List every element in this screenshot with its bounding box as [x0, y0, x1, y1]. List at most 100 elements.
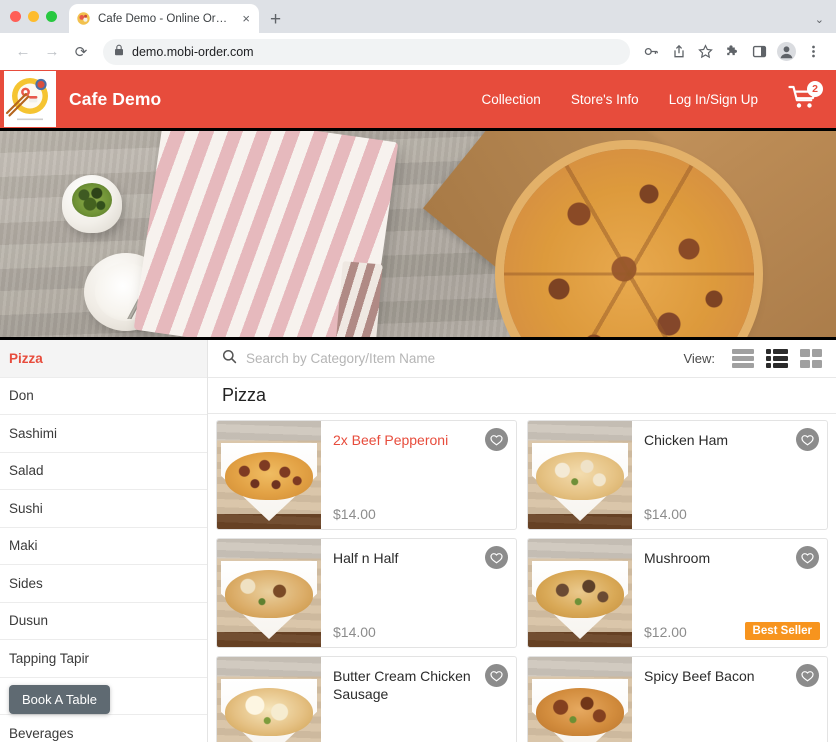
menu-item-name: Butter Cream Chicken Sausage [333, 668, 471, 702]
sidebar-item-beverages[interactable]: Beverages [0, 715, 207, 742]
sidebar-item-label: Dusun [9, 613, 49, 629]
menu-item-name: 2x Beef Pepperoni [333, 432, 449, 448]
favorite-heart-icon[interactable] [485, 546, 508, 569]
sidebar-item-maki[interactable]: Maki [0, 528, 207, 565]
browser-toolbar: ← → ⟳ demo.mobi-order.com [0, 33, 836, 70]
maximize-window-button[interactable] [46, 11, 57, 22]
menu-item-card[interactable]: 2x Beef Pepperoni $14.00 [216, 420, 517, 530]
back-button[interactable]: ← [10, 39, 36, 65]
menu-item-card[interactable]: Butter Cream Chicken Sausage $14.00 [216, 656, 517, 742]
view-grid-button[interactable] [800, 349, 822, 368]
menu-item-name: Spicy Beef Bacon [644, 668, 755, 684]
striped-towel-decor [133, 131, 399, 337]
extensions-puzzle-icon[interactable] [720, 39, 745, 64]
lock-icon [114, 43, 124, 61]
password-key-icon[interactable] [639, 39, 664, 64]
browser-tab[interactable]: Cafe Demo - Online Ordering × [69, 4, 259, 33]
close-window-button[interactable] [10, 11, 21, 22]
nav-login-signup[interactable]: Log In/Sign Up [669, 92, 758, 107]
catalog-panel: Search by Category/Item Name View: Pizza [208, 340, 836, 742]
menu-item-name: Chicken Ham [644, 432, 729, 448]
nav-stores-info[interactable]: Store's Info [571, 92, 639, 107]
menu-item-card[interactable]: Half n Half $14.00 [216, 538, 517, 648]
menu-item-name: Mushroom [644, 550, 711, 566]
favorite-heart-icon[interactable] [796, 428, 819, 451]
reload-button[interactable]: ⟳ [68, 39, 94, 65]
forward-button[interactable]: → [39, 39, 65, 65]
menu-item-price: $12.00 [644, 624, 687, 640]
sidebar-item-sushi[interactable]: Sushi [0, 490, 207, 528]
more-menu-icon[interactable] [801, 39, 826, 64]
browser-chrome: Cafe Demo - Online Ordering × + ⌄ ← → ⟳ … [0, 0, 836, 70]
favorite-heart-icon[interactable] [485, 664, 508, 687]
towel-edge-decor [334, 261, 383, 337]
minimize-window-button[interactable] [28, 11, 39, 22]
menu-item-thumbnail [217, 421, 321, 529]
menu-item-card[interactable]: Spicy Beef Bacon $14.00 [527, 656, 828, 742]
book-a-table-button[interactable]: Book A Table [9, 685, 110, 714]
chevron-down-icon[interactable]: ⌄ [815, 13, 824, 26]
url-text: demo.mobi-order.com [132, 44, 254, 59]
close-tab-button[interactable]: × [240, 12, 252, 25]
window-controls[interactable] [10, 0, 69, 33]
menu-item-thumbnail [528, 421, 632, 529]
sidebar-item-don[interactable]: Don [0, 378, 207, 415]
sidebar-item-label: Tapping Tapir [9, 650, 90, 666]
category-sidebar: Pizza Don Sashimi Salad Sushi Maki Sides… [0, 340, 208, 742]
sidebar-item-label: Sashimi [9, 425, 58, 441]
cafe-favicon [76, 11, 91, 26]
nav-collection[interactable]: Collection [482, 92, 541, 107]
page-title: Pizza [222, 385, 267, 405]
succulent-plant-decor [72, 183, 112, 217]
favorite-heart-icon[interactable] [485, 428, 508, 451]
best-seller-badge: Best Seller [744, 622, 820, 640]
search-input[interactable]: Search by Category/Item Name [246, 351, 674, 366]
profile-avatar-icon[interactable] [774, 39, 799, 64]
menu-item-thumbnail [217, 657, 321, 742]
sidebar-item-dusun[interactable]: Dusun [0, 603, 207, 640]
menu-item-card[interactable]: Mushroom $12.00 Best Seller [527, 538, 828, 648]
favorite-heart-icon[interactable] [796, 664, 819, 687]
side-panel-icon[interactable] [747, 39, 772, 64]
sidebar-item-tapping-tapir[interactable]: Tapping Tapir [0, 640, 207, 678]
sidebar-item-label: Beverages [9, 725, 74, 741]
catalog-grid: 2x Beef Pepperoni $14.00 Chicken Ham $14… [216, 420, 828, 742]
site-nav: Collection Store's Info Log In/Sign Up 2 [482, 81, 836, 114]
sidebar-item-sashimi[interactable]: Sashimi [0, 415, 207, 453]
sidebar-item-label: Maki [9, 538, 38, 554]
page-content: Pizza Don Sashimi Salad Sushi Maki Sides… [0, 340, 836, 742]
sidebar-item-label: Sides [9, 575, 43, 591]
hero-banner[interactable] [0, 128, 836, 340]
section-header: Pizza [208, 378, 836, 414]
site-header: Cafe Demo Collection Store's Info Log In… [0, 70, 836, 128]
sidebar-item-label: Sushi [9, 500, 43, 516]
search-icon [222, 349, 237, 369]
cafe-demo-logo[interactable] [4, 71, 56, 127]
sidebar-item-pizza[interactable]: Pizza [0, 340, 207, 378]
menu-item-card[interactable]: Chicken Ham $14.00 [527, 420, 828, 530]
sidebar-item-salad[interactable]: Salad [0, 453, 207, 490]
brand-name: Cafe Demo [69, 88, 162, 109]
sidebar-item-sides[interactable]: Sides [0, 565, 207, 603]
menu-item-price: $14.00 [644, 506, 687, 522]
menu-item-thumbnail [217, 539, 321, 647]
cart-button[interactable]: 2 [788, 81, 823, 114]
cart-count-badge: 2 [807, 81, 823, 97]
new-tab-button[interactable]: + [270, 10, 281, 33]
share-icon[interactable] [666, 39, 691, 64]
tab-strip: Cafe Demo - Online Ordering × + ⌄ [0, 0, 836, 33]
search-bar: Search by Category/Item Name View: [208, 340, 836, 378]
menu-item-thumbnail [528, 657, 632, 742]
view-label: View: [683, 351, 715, 366]
bookmark-star-icon[interactable] [693, 39, 718, 64]
favorite-heart-icon[interactable] [796, 546, 819, 569]
catalog-scroll-area[interactable]: 2x Beef Pepperoni $14.00 Chicken Ham $14… [208, 414, 836, 742]
view-list-button[interactable] [732, 349, 754, 368]
menu-item-price: $14.00 [333, 624, 376, 640]
succulent-pot-decor [62, 175, 122, 233]
address-bar[interactable]: demo.mobi-order.com [103, 38, 630, 65]
toolbar-icon-group [639, 39, 826, 64]
sidebar-item-label: Pizza [9, 350, 43, 366]
view-detail-list-button[interactable] [766, 349, 788, 368]
sidebar-item-label: Don [9, 388, 34, 404]
